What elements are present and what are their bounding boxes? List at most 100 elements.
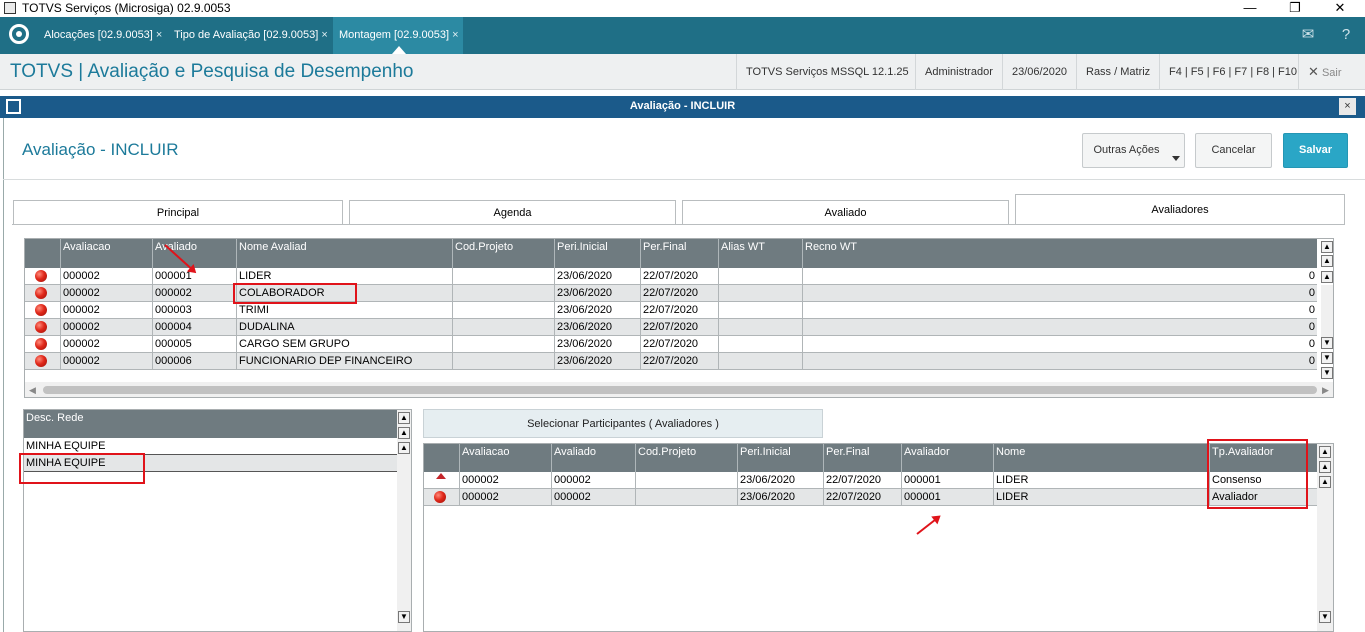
table-row[interactable]: 000002 000004 DUDALINA 23/06/2020 22/07/2020… bbox=[25, 319, 1317, 336]
scroll-page-down-icon[interactable]: ▼ bbox=[1321, 352, 1333, 364]
status-legend-icon[interactable] bbox=[35, 338, 47, 350]
user-info[interactable]: Administrador bbox=[915, 54, 1002, 90]
scroll-down-icon[interactable]: ▼ bbox=[1319, 611, 1331, 623]
module-header: TOTVS | Avaliação e Pesquisa de Desempen… bbox=[0, 54, 1365, 90]
function-keys[interactable]: F4 | F5 | F6 | F7 | F8 | F10 bbox=[1159, 54, 1306, 90]
cancel-button[interactable]: Cancelar bbox=[1195, 133, 1272, 168]
tab-label: Montagem [02.9.0053] bbox=[339, 29, 450, 41]
active-tab-pointer bbox=[392, 46, 406, 54]
column-header[interactable]: Avaliacao bbox=[459, 444, 551, 472]
branch-info[interactable]: Rass / Matriz bbox=[1076, 54, 1159, 90]
column-header[interactable]: Recno WT bbox=[802, 239, 1317, 268]
column-header[interactable]: Cod.Projeto bbox=[635, 444, 737, 472]
column-header[interactable]: Per.Final bbox=[640, 239, 718, 268]
scroll-page-up-icon[interactable]: ▲ bbox=[1319, 461, 1331, 473]
status-legend-icon[interactable] bbox=[434, 491, 446, 503]
status-legend-icon[interactable] bbox=[35, 270, 47, 282]
table-row[interactable]: 000002 000002 23/06/2020 22/07/2020 000001 LI… bbox=[424, 489, 1317, 506]
evaluated-grid: Avaliacao Avaliado Nome Avaliad Cod.Proj… bbox=[24, 238, 1334, 398]
column-header[interactable]: Cod.Projeto bbox=[452, 239, 554, 268]
table-cell: 000002 bbox=[60, 319, 152, 335]
horizontal-scrollbar-thumb[interactable] bbox=[43, 386, 1317, 394]
column-header[interactable]: Peri.Inicial bbox=[554, 239, 640, 268]
table-cell: 22/07/2020 bbox=[640, 268, 718, 284]
scroll-up-icon[interactable]: ▲ bbox=[1319, 476, 1331, 488]
column-header[interactable]: Peri.Inicial bbox=[737, 444, 823, 472]
table-cell: 000002 bbox=[60, 353, 152, 369]
tab-tipo-avaliacao[interactable]: Tipo de Avaliação [02.9.0053] × bbox=[168, 17, 332, 54]
column-header[interactable]: Avaliado bbox=[551, 444, 635, 472]
table-cell bbox=[452, 319, 554, 335]
sort-indicator-icon[interactable] bbox=[436, 473, 446, 479]
tab-alocacoes[interactable]: Alocações [02.9.0053] × bbox=[38, 17, 166, 54]
table-cell: 000002 bbox=[459, 472, 551, 488]
tab-avaliado[interactable]: Avaliado bbox=[682, 200, 1009, 225]
column-header[interactable]: Alias WT bbox=[718, 239, 802, 268]
evaluated-grid-header: Avaliacao Avaliado Nome Avaliad Cod.Proj… bbox=[25, 239, 1317, 268]
tab-principal[interactable]: Principal bbox=[13, 200, 343, 225]
table-cell: 22/07/2020 bbox=[640, 302, 718, 318]
scroll-page-up-icon[interactable]: ▲ bbox=[1321, 255, 1333, 267]
save-button[interactable]: Salvar bbox=[1283, 133, 1348, 168]
dialog-close-icon[interactable]: × bbox=[1339, 98, 1356, 115]
column-header[interactable]: Nome Avaliad bbox=[236, 239, 452, 268]
scroll-top-icon[interactable]: ▲ bbox=[398, 412, 410, 424]
date-info[interactable]: 23/06/2020 bbox=[1002, 54, 1076, 90]
maximize-icon[interactable]: ❐ bbox=[1275, 0, 1315, 17]
scroll-top-icon[interactable]: ▲ bbox=[1321, 241, 1333, 253]
scroll-top-icon[interactable]: ▲ bbox=[1319, 446, 1331, 458]
scroll-down-icon[interactable]: ▼ bbox=[398, 611, 410, 623]
status-legend-icon[interactable] bbox=[35, 355, 47, 367]
table-cell: 000002 bbox=[551, 489, 635, 505]
totvs-logo-icon[interactable] bbox=[9, 24, 29, 44]
mail-icon[interactable]: ✉ bbox=[1289, 17, 1327, 54]
help-icon[interactable]: ? bbox=[1327, 17, 1365, 54]
select-participants-button[interactable]: Selecionar Participantes ( Avaliadores ) bbox=[423, 409, 823, 438]
table-row[interactable]: 000002 000002 23/06/2020 22/07/2020 000001 LI… bbox=[424, 472, 1317, 489]
table-cell bbox=[452, 336, 554, 352]
other-actions-button[interactable]: Outras Ações bbox=[1082, 133, 1185, 168]
tab-close-icon[interactable]: × bbox=[156, 29, 162, 41]
status-legend-icon[interactable] bbox=[35, 304, 47, 316]
column-header[interactable]: Avaliador bbox=[901, 444, 993, 472]
table-row[interactable]: 000002 000005 CARGO SEM GRUPO 23/06/2020 22/… bbox=[25, 336, 1317, 353]
table-cell bbox=[635, 489, 737, 505]
column-header[interactable]: Per.Final bbox=[823, 444, 901, 472]
table-row[interactable]: 000002 000006 FUNCIONARIO DEP FINANCEIRO 23… bbox=[25, 353, 1317, 370]
app-icon bbox=[4, 2, 16, 14]
table-cell: 000001 bbox=[901, 489, 993, 505]
scroll-up-icon[interactable]: ▲ bbox=[1321, 271, 1333, 283]
close-window-icon[interactable]: ✕ bbox=[1320, 0, 1360, 17]
scroll-down-icon[interactable]: ▼ bbox=[1321, 337, 1333, 349]
exit-button[interactable]: ✕ Sair bbox=[1298, 54, 1365, 90]
column-header[interactable]: Nome bbox=[993, 444, 1209, 472]
scroll-bottom-icon[interactable]: ▼ bbox=[1321, 367, 1333, 379]
table-row[interactable]: 000002 000003 TRIMI 23/06/2020 22/07/2020 0 bbox=[25, 302, 1317, 319]
table-cell: 000004 bbox=[152, 319, 236, 335]
scroll-left-icon[interactable]: ◀ bbox=[29, 385, 36, 396]
table-row[interactable]: 000002 000001 LIDER 23/06/2020 22/07/2020 0 bbox=[25, 268, 1317, 285]
vertical-scrollbar-track[interactable] bbox=[1321, 285, 1333, 337]
table-cell bbox=[718, 268, 802, 284]
dialog-title: Avaliação - INCLUIR bbox=[629, 100, 736, 112]
scroll-up-icon[interactable]: ▲ bbox=[398, 442, 410, 454]
column-header[interactable]: Desc. Rede bbox=[24, 410, 397, 438]
server-info: TOTVS Serviços MSSQL 12.1.25 bbox=[736, 54, 918, 90]
network-grid-header: Desc. Rede bbox=[24, 410, 397, 438]
program-tabbar: Alocações [02.9.0053] × Tipo de Avaliação… bbox=[0, 17, 1365, 54]
column-header[interactable]: Avaliacao bbox=[60, 239, 152, 268]
tab-agenda[interactable]: Agenda bbox=[349, 200, 676, 225]
status-legend-icon[interactable] bbox=[35, 287, 47, 299]
status-legend-icon[interactable] bbox=[35, 321, 47, 333]
tab-close-icon[interactable]: × bbox=[321, 29, 327, 41]
scroll-page-up-icon[interactable]: ▲ bbox=[398, 427, 410, 439]
table-cell: LIDER bbox=[993, 489, 1209, 505]
dropdown-arrow-icon bbox=[1172, 156, 1180, 161]
scroll-right-icon[interactable]: ▶ bbox=[1322, 385, 1329, 396]
window-title: TOTVS Serviços (Microsiga) 02.9.0053 bbox=[22, 1, 231, 15]
minimize-icon[interactable]: — bbox=[1230, 0, 1270, 17]
table-row[interactable]: 000002 000002 COLABORADOR 23/06/2020 22/07/2… bbox=[25, 285, 1317, 302]
table-cell: CARGO SEM GRUPO bbox=[236, 336, 452, 352]
tab-avaliadores[interactable]: Avaliadores bbox=[1015, 194, 1345, 225]
tab-close-icon[interactable]: × bbox=[452, 29, 458, 41]
